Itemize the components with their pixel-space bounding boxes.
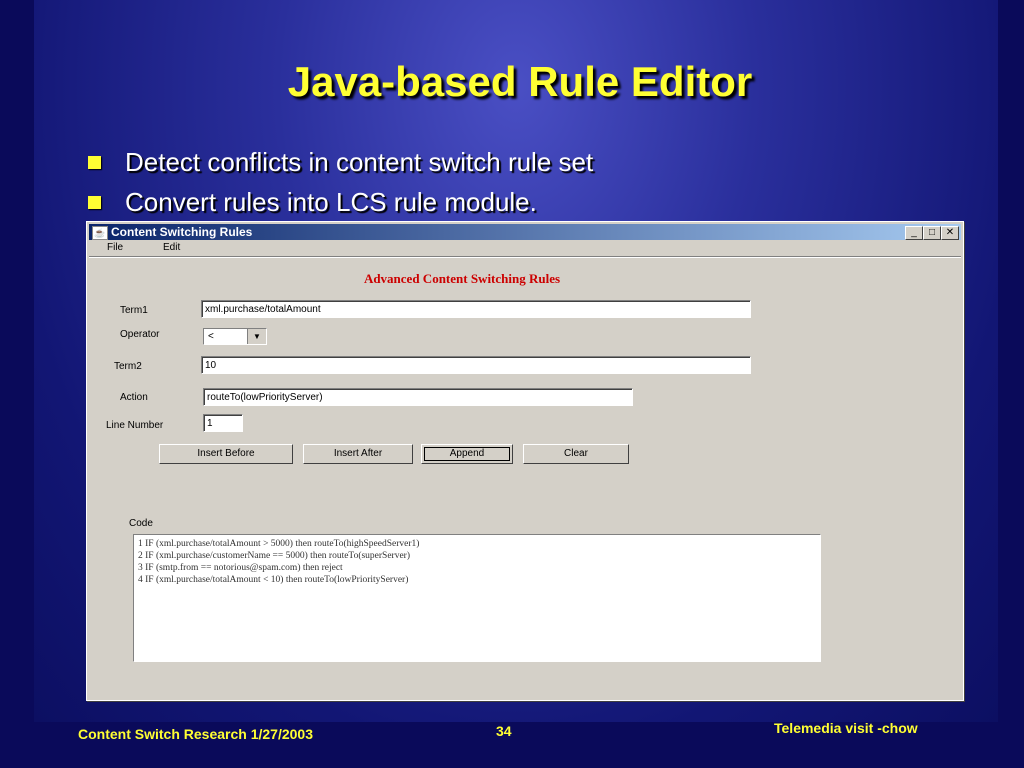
menu-divider xyxy=(89,256,961,258)
footer-left: Content Switch Research 1/27/2003 xyxy=(78,726,313,742)
insert-before-button[interactable]: Insert Before xyxy=(159,444,293,464)
action-field[interactable]: routeTo(lowPriorityServer) xyxy=(203,388,633,406)
menu-edit[interactable]: Edit xyxy=(163,242,180,253)
rule-editor-window: ☕ Content Switching Rules _ □ ✕ File Edi… xyxy=(86,221,964,701)
menu-bar: File Edit xyxy=(89,241,961,255)
dropdown-arrow-icon[interactable]: ▼ xyxy=(247,329,266,344)
code-line: 1 IF (xml.purchase/totalAmount > 5000) t… xyxy=(138,539,420,549)
window-titlebar[interactable]: ☕ Content Switching Rules _ □ ✕ xyxy=(89,224,961,240)
menu-file[interactable]: File xyxy=(107,242,123,253)
code-label: Code xyxy=(129,518,153,529)
operator-label: Operator xyxy=(120,329,160,340)
bullet-list: Detect conflicts in content switch rule … xyxy=(88,142,593,222)
window-title: Content Switching Rules xyxy=(111,225,253,239)
insert-after-button[interactable]: Insert After xyxy=(303,444,413,464)
maximize-button[interactable]: □ xyxy=(923,226,941,240)
bullet-text: Detect conflicts in content switch rule … xyxy=(125,146,594,177)
term2-field[interactable]: 10 xyxy=(201,356,751,374)
bullet-text: Convert rules into LCS rule module. xyxy=(125,186,537,217)
footer-right: Telemedia visit -chow xyxy=(774,720,918,736)
bullet-item: Detect conflicts in content switch rule … xyxy=(88,142,593,182)
operator-value: < xyxy=(208,331,214,342)
clear-button[interactable]: Clear xyxy=(523,444,629,464)
square-bullet-icon xyxy=(88,195,101,209)
term1-field[interactable]: xml.purchase/totalAmount xyxy=(201,300,751,318)
code-textarea[interactable]: 1 IF (xml.purchase/totalAmount > 5000) t… xyxy=(133,534,821,662)
operator-select[interactable]: < ▼ xyxy=(203,328,267,345)
panel-heading: Advanced Content Switching Rules xyxy=(363,271,561,286)
term2-label: Term2 xyxy=(114,361,142,372)
minimize-button[interactable]: _ xyxy=(905,226,923,240)
square-bullet-icon xyxy=(88,155,101,169)
close-button[interactable]: ✕ xyxy=(941,226,959,240)
bullet-item: Convert rules into LCS rule module. xyxy=(88,182,593,222)
code-line: 3 IF (smtp.from == notorious@spam.com) t… xyxy=(138,563,343,573)
append-button[interactable]: Append xyxy=(421,444,513,464)
code-line: 2 IF (xml.purchase/customerName == 5000)… xyxy=(138,551,411,561)
page-number: 34 xyxy=(496,723,512,739)
slide-title: Java-based Rule Editor xyxy=(287,58,753,105)
action-label: Action xyxy=(120,392,148,403)
line-number-label: Line Number xyxy=(106,420,164,431)
line-number-field[interactable]: 1 xyxy=(203,414,243,432)
java-app-icon: ☕ xyxy=(92,226,108,240)
term1-label: Term1 xyxy=(120,305,148,316)
code-line: 4 IF (xml.purchase/totalAmount < 10) the… xyxy=(138,575,409,585)
